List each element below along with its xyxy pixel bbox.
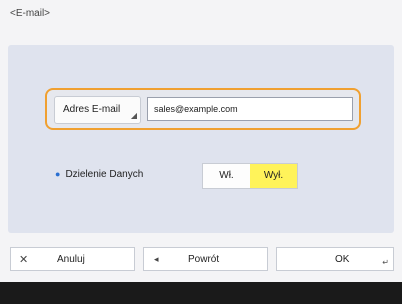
close-icon: ✕ bbox=[19, 254, 29, 266]
page-title: <E-mail> bbox=[10, 8, 51, 19]
back-button[interactable]: ◂ Powrót bbox=[143, 247, 268, 271]
settings-panel bbox=[8, 45, 394, 233]
email-address-button[interactable]: Adres E-mail ◢ bbox=[54, 96, 141, 124]
arrow-left-icon: ◂ bbox=[154, 254, 159, 264]
ok-label: OK bbox=[335, 254, 350, 265]
cancel-label: Anuluj bbox=[57, 254, 85, 265]
back-label: Powrót bbox=[188, 254, 220, 265]
footer-bar bbox=[0, 282, 402, 304]
data-sharing-toggle: Wł. Wył. bbox=[202, 163, 298, 189]
email-address-label: Adres E-mail bbox=[63, 104, 121, 115]
cancel-button[interactable]: ✕ Anuluj bbox=[10, 247, 135, 271]
ok-button[interactable]: OK ↵ bbox=[276, 247, 394, 271]
email-field-group: Adres E-mail ◢ sales@example.com bbox=[45, 88, 361, 130]
toggle-off-button[interactable]: Wył. bbox=[250, 164, 297, 188]
enter-corner-icon: ↵ bbox=[382, 258, 389, 267]
toggle-on-button[interactable]: Wł. bbox=[203, 164, 250, 188]
data-sharing-label: ● Dzielenie Danych bbox=[55, 169, 143, 180]
data-sharing-text: Dzielenie Danych bbox=[65, 169, 144, 180]
enter-corner-icon: ◢ bbox=[130, 111, 137, 120]
bullet-icon: ● bbox=[55, 169, 61, 179]
email-input[interactable]: sales@example.com bbox=[147, 97, 353, 121]
